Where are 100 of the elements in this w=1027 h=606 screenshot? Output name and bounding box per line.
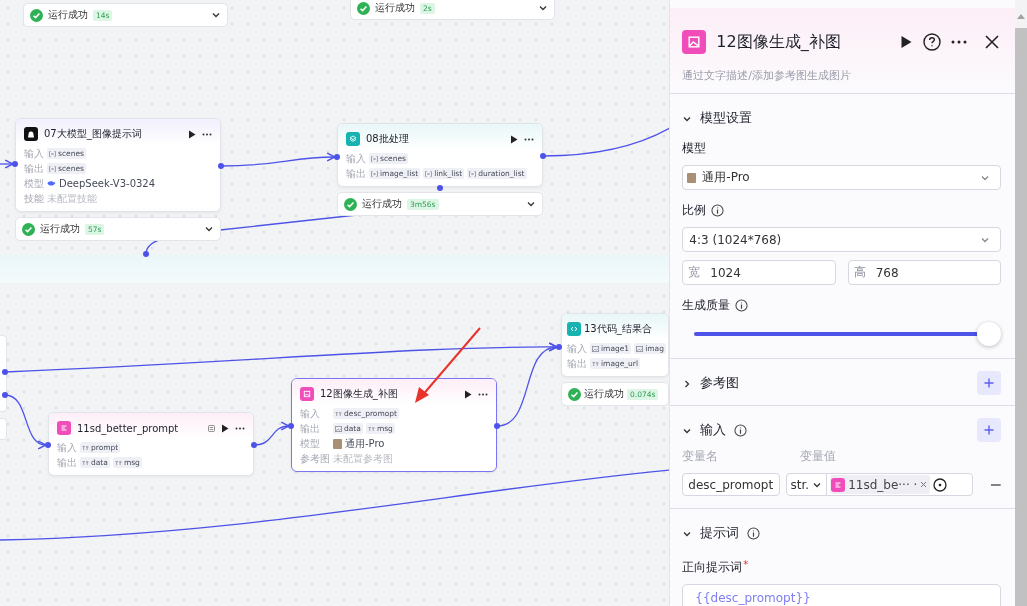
row-label: 模型 (300, 436, 321, 451)
string-type-icon (82, 444, 89, 451)
plus-icon (984, 378, 994, 388)
node-title: 12图像生成_补图 (320, 387, 399, 401)
empty-value-text: 未配置技能 (47, 191, 97, 206)
section-heading: 输入 (700, 421, 727, 439)
connection-port[interactable] (334, 154, 340, 160)
info-icon[interactable] (747, 526, 761, 540)
node-type-icon (57, 421, 71, 435)
more-icon[interactable] (202, 132, 212, 136)
variable-picker-icon[interactable] (933, 477, 948, 492)
row-label: 输出 (346, 166, 366, 181)
quality-slider[interactable] (694, 322, 1001, 346)
height-input[interactable]: 高 768 (847, 260, 1002, 285)
connection-port[interactable] (45, 442, 51, 448)
image-type-icon (592, 345, 599, 352)
scrollbar[interactable] (1015, 0, 1027, 606)
info-icon[interactable] (735, 299, 749, 312)
connection-port[interactable] (540, 153, 546, 159)
success-check-icon (30, 8, 43, 22)
play-icon[interactable] (464, 389, 472, 399)
string-type-icon (114, 459, 122, 466)
panel-description: 通过文字描述/添加参考图生成图片 (682, 68, 853, 83)
row-label: 输入 (24, 146, 44, 161)
field-label: 比例 (682, 202, 707, 219)
connection-port[interactable] (2, 392, 8, 398)
connection-port[interactable] (288, 423, 294, 429)
success-check-icon (344, 197, 357, 211)
variable-name-input[interactable]: desc_promopt (682, 473, 780, 496)
run-status-text: 运行成功 (375, 1, 415, 15)
row-label: 输出 (300, 421, 321, 436)
info-icon[interactable] (711, 204, 725, 217)
row-label: 输入 (346, 151, 366, 166)
play-icon[interactable] (900, 35, 913, 49)
array-type-icon (49, 150, 56, 157)
node-type-icon (567, 322, 581, 336)
success-check-icon (22, 222, 35, 236)
section-heading: 提示词 (700, 524, 740, 542)
add-button[interactable] (977, 418, 1001, 442)
run-status-text: 运行成功 (362, 197, 402, 211)
ratio-select[interactable]: 4:3 (1024*768) (682, 227, 1001, 252)
row-label: 输出 (567, 356, 587, 371)
play-icon[interactable] (510, 134, 518, 144)
node-type-icon (831, 477, 846, 492)
play-icon[interactable] (221, 423, 229, 433)
reference-chip[interactable]: 11sd_be··· · (830, 475, 931, 494)
chevron-down-icon[interactable] (211, 10, 221, 20)
node-type-icon (300, 387, 314, 401)
row-label: 技能 (24, 191, 44, 206)
connection-port[interactable] (12, 161, 18, 167)
column-header: 变量值 (800, 448, 837, 465)
connection-port[interactable] (2, 369, 8, 375)
chevron-down-icon[interactable] (526, 199, 536, 209)
array-type-icon (371, 170, 378, 177)
model-select[interactable]: 通用-Pro (682, 165, 1001, 190)
node-type-icon (682, 30, 707, 54)
node-title: 13代码_结果合 (584, 322, 653, 336)
image-type-icon (636, 345, 644, 352)
type-select[interactable]: str. (786, 474, 828, 495)
run-status-text: 运行成功 (48, 8, 88, 22)
connection-port[interactable] (556, 344, 562, 350)
string-type-icon (335, 410, 342, 417)
connection-port[interactable] (494, 423, 500, 429)
field-label: 生成质量 (682, 297, 731, 314)
row-label: 输出 (24, 161, 44, 176)
node-type-icon (24, 127, 38, 141)
row-label: 参考图 (300, 451, 330, 466)
connection-port[interactable] (218, 163, 224, 169)
slider-thumb[interactable] (977, 322, 1001, 346)
connection-port[interactable] (251, 442, 257, 448)
row-label: 输出 (57, 455, 77, 470)
model-name: DeepSeek-V3-0324 (59, 178, 156, 189)
connection-port[interactable] (437, 185, 443, 191)
width-input[interactable]: 宽 1024 (682, 260, 836, 285)
array-type-icon (49, 165, 56, 172)
section-heading: 模型设置 (700, 109, 753, 127)
row-label: 输入 (567, 341, 587, 356)
more-icon[interactable] (235, 426, 245, 430)
array-type-icon (425, 170, 433, 177)
section-heading: 参考图 (700, 374, 740, 392)
success-check-icon (357, 1, 370, 15)
chevron-down-icon[interactable] (204, 224, 214, 234)
connection-port[interactable] (143, 251, 149, 257)
more-icon[interactable] (951, 40, 967, 44)
info-icon[interactable] (734, 423, 748, 437)
prompt-textarea[interactable]: {{desc_promopt}} (682, 584, 1001, 606)
add-button[interactable] (977, 371, 1001, 395)
more-icon[interactable] (478, 392, 488, 396)
remove-icon[interactable] (920, 481, 928, 488)
panel-title: 12图像生成_补图 (716, 31, 842, 53)
more-icon[interactable] (524, 137, 534, 141)
field-label: 正向提示词 (682, 559, 743, 576)
help-icon[interactable] (923, 33, 941, 51)
close-icon[interactable] (985, 35, 999, 49)
run-status-text: 运行成功 (40, 222, 80, 236)
remove-row-icon[interactable] (991, 483, 1001, 486)
row-label: 输入 (57, 440, 77, 455)
play-icon[interactable] (188, 129, 196, 139)
model-thumbnail (687, 172, 697, 183)
chevron-down-icon[interactable] (538, 3, 548, 13)
